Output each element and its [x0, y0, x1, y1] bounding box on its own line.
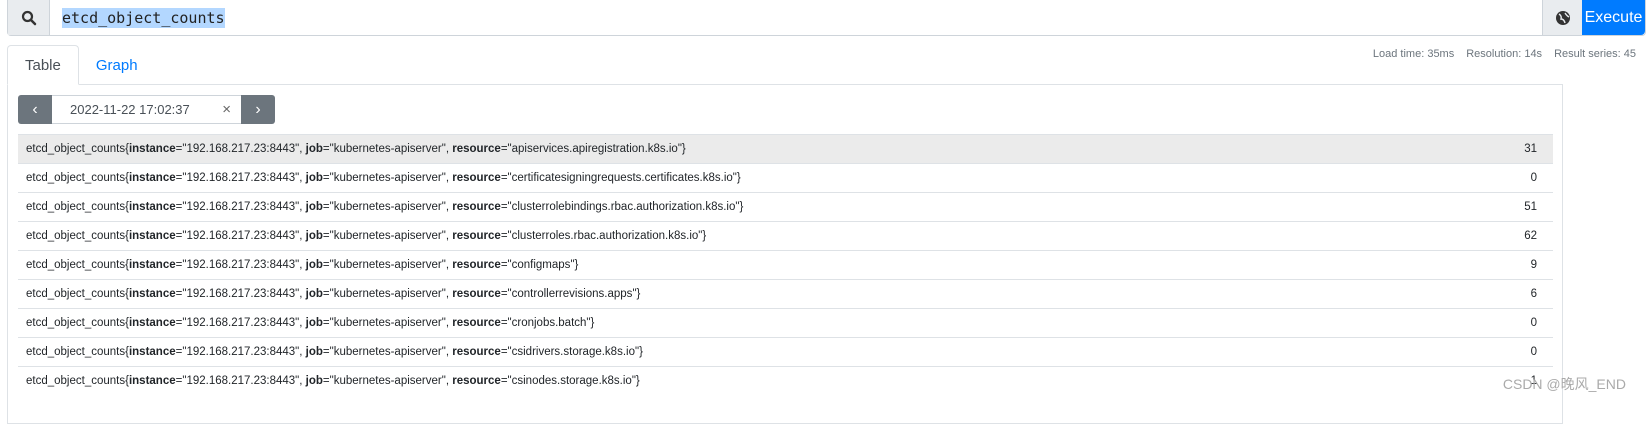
- metric-name: etcd_object_counts: [26, 259, 126, 271]
- series-label: etcd_object_counts{instance="192.168.217…: [18, 279, 1480, 309]
- query-text: etcd_object_counts: [62, 7, 225, 28]
- label-job: kubernetes-apiserver: [333, 172, 442, 184]
- tab-graph[interactable]: Graph: [79, 45, 155, 85]
- tab-table[interactable]: Table: [7, 45, 79, 85]
- table-panel: ‹ 2022-11-22 17:02:37 × › etcd_object_cou…: [7, 84, 1563, 424]
- label-resource: controllerrevisions.apps: [511, 288, 633, 300]
- label-resource: apiservices.apiregistration.k8s.io: [511, 143, 678, 155]
- table-row: etcd_object_counts{instance="192.168.217…: [18, 134, 1553, 164]
- series-label: etcd_object_counts{instance="192.168.217…: [18, 250, 1480, 280]
- series-value: 0: [1479, 337, 1553, 367]
- label-job: kubernetes-apiserver: [333, 288, 442, 300]
- metric-name: etcd_object_counts: [26, 317, 126, 329]
- metric-name: etcd_object_counts: [26, 201, 126, 213]
- metric-name: etcd_object_counts: [26, 346, 126, 358]
- series-value: 51: [1479, 192, 1553, 222]
- series-label: etcd_object_counts{instance="192.168.217…: [18, 163, 1480, 193]
- label-instance: 192.168.217.23:8443: [186, 317, 296, 329]
- series-label: etcd_object_counts{instance="192.168.217…: [18, 134, 1480, 164]
- time-value: 2022-11-22 17:02:37: [70, 102, 190, 117]
- result-series: Result series: 45: [1554, 48, 1636, 60]
- table-row: etcd_object_counts{instance="192.168.217…: [18, 279, 1553, 309]
- series-label: etcd_object_counts{instance="192.168.217…: [18, 221, 1480, 251]
- series-label: etcd_object_counts{instance="192.168.217…: [18, 366, 1480, 396]
- label-instance: 192.168.217.23:8443: [186, 375, 296, 388]
- series-label: etcd_object_counts{instance="192.168.217…: [18, 192, 1480, 222]
- search-icon: [8, 0, 50, 35]
- metrics-explorer-button[interactable]: [1542, 0, 1582, 35]
- table-row: etcd_object_counts{instance="192.168.217…: [18, 192, 1553, 222]
- series-value: 62: [1479, 221, 1553, 251]
- label-resource: certificatesigningrequests.certificates.…: [511, 172, 733, 184]
- label-job: kubernetes-apiserver: [333, 375, 442, 388]
- globe-icon: [1555, 10, 1570, 25]
- table-row: etcd_object_counts{instance="192.168.217…: [18, 366, 1553, 396]
- next-time-button[interactable]: ›: [241, 95, 275, 124]
- results-table: etcd_object_counts{instance="192.168.217…: [18, 134, 1553, 396]
- label-instance: 192.168.217.23:8443: [186, 259, 296, 271]
- series-value: 0: [1479, 163, 1553, 193]
- label-resource: clusterrolebindings.rbac.authorization.k…: [511, 201, 736, 213]
- label-resource: cronjobs.batch: [511, 317, 587, 329]
- metric-name: etcd_object_counts: [26, 288, 126, 300]
- metric-name: etcd_object_counts: [26, 172, 126, 184]
- label-resource: configmaps: [511, 259, 571, 271]
- time-navigator: ‹ 2022-11-22 17:02:37 × ›: [18, 95, 275, 124]
- label-job: kubernetes-apiserver: [333, 259, 442, 271]
- series-value: 6: [1479, 279, 1553, 309]
- series-label: etcd_object_counts{instance="192.168.217…: [18, 308, 1480, 338]
- label-instance: 192.168.217.23:8443: [186, 346, 296, 358]
- resolution: Resolution: 14s: [1466, 48, 1543, 60]
- label-resource: csidrivers.storage.k8s.io: [511, 346, 635, 358]
- time-input[interactable]: 2022-11-22 17:02:37 ×: [52, 95, 241, 124]
- label-resource: csinodes.storage.k8s.io: [511, 375, 632, 388]
- table-row: etcd_object_counts{instance="192.168.217…: [18, 250, 1553, 280]
- label-resource: clusterroles.rbac.authorization.k8s.io: [511, 230, 699, 242]
- watermark: CSDN @晚风_END: [1502, 376, 1626, 392]
- load-time: Load time: 35ms: [1372, 48, 1455, 60]
- series-value: 9: [1479, 250, 1553, 280]
- label-instance: 192.168.217.23:8443: [186, 143, 296, 155]
- metric-name: etcd_object_counts: [26, 143, 126, 155]
- label-job: kubernetes-apiserver: [333, 201, 442, 213]
- label-job: kubernetes-apiserver: [333, 230, 442, 242]
- series-label: etcd_object_counts{instance="192.168.217…: [18, 337, 1480, 367]
- label-job: kubernetes-apiserver: [333, 346, 442, 358]
- label-job: kubernetes-apiserver: [333, 317, 442, 329]
- label-instance: 192.168.217.23:8443: [186, 172, 296, 184]
- table-row: etcd_object_counts{instance="192.168.217…: [18, 308, 1553, 338]
- label-instance: 192.168.217.23:8443: [186, 288, 296, 300]
- table-row: etcd_object_counts{instance="192.168.217…: [18, 163, 1553, 193]
- label-instance: 192.168.217.23:8443: [186, 201, 296, 213]
- metric-name: etcd_object_counts: [26, 230, 126, 242]
- series-value: 0: [1479, 308, 1553, 338]
- query-bar: etcd_object_counts Execute: [7, 0, 1646, 36]
- table-row: etcd_object_counts{instance="192.168.217…: [18, 221, 1553, 251]
- series-value: 31: [1479, 134, 1553, 164]
- clear-time-icon[interactable]: ×: [222, 101, 231, 118]
- label-job: kubernetes-apiserver: [333, 143, 442, 155]
- label-instance: 192.168.217.23:8443: [186, 230, 296, 242]
- query-input[interactable]: etcd_object_counts: [50, 0, 1542, 35]
- prev-time-button[interactable]: ‹: [18, 95, 52, 124]
- table-row: etcd_object_counts{instance="192.168.217…: [18, 337, 1553, 367]
- execute-button[interactable]: Execute: [1582, 0, 1645, 35]
- metric-name: etcd_object_counts: [26, 375, 126, 388]
